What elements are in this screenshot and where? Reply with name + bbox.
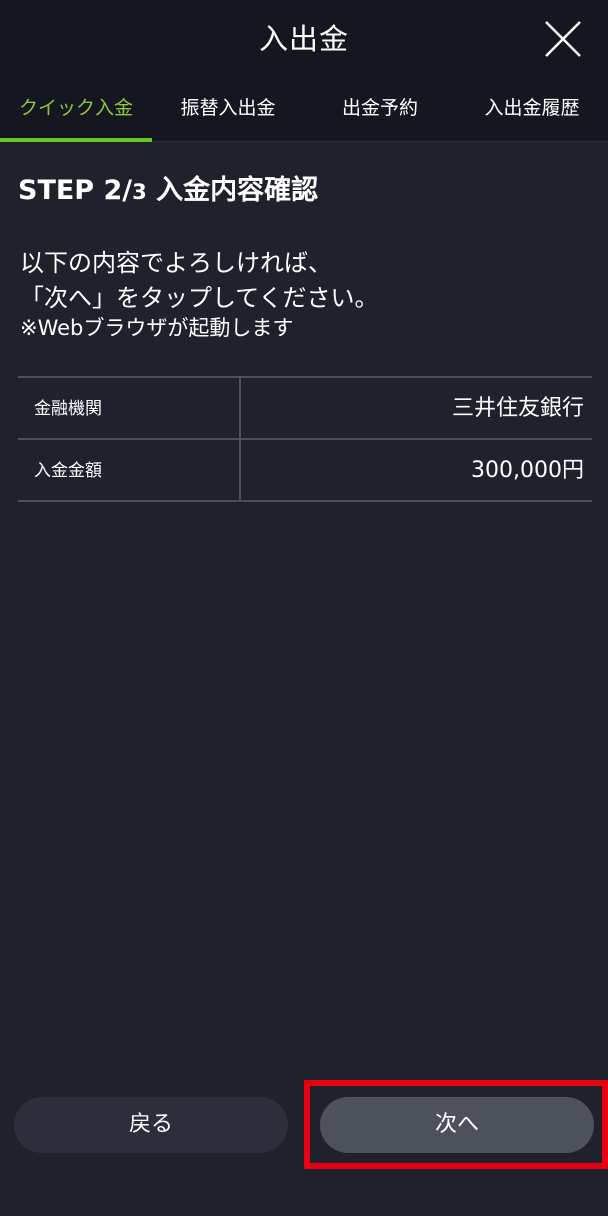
deposit-details-table: 金融機関 三井住友銀行 入金金額 300,000円 xyxy=(18,376,592,502)
browser-note: ※Webブラウザが起動します xyxy=(20,316,294,340)
page-title: 入出金 xyxy=(258,22,349,56)
header: 入出金 xyxy=(0,0,608,76)
confirmation-message: 以下の内容でよろしければ、 「次へ」をタップしてください。 xyxy=(20,246,590,316)
table-row: 金融機関 三井住友銀行 xyxy=(18,378,592,440)
bank-value: 三井住友銀行 xyxy=(451,396,584,421)
step-total: 3 xyxy=(132,180,147,204)
tab-history[interactable]: 入出金履歴 xyxy=(456,76,608,142)
deposit-screen: 入出金 クイック入金 振替入出金 出金予約 入出金履歴 STEP 2/3 入金内… xyxy=(0,0,608,1216)
tab-bar: クイック入金 振替入出金 出金予約 入出金履歴 xyxy=(0,76,608,142)
tab-quick-deposit[interactable]: クイック入金 xyxy=(0,76,152,142)
message-line-1: 以下の内容でよろしければ、 xyxy=(20,249,332,277)
step-prefix: STEP 2/ xyxy=(18,175,133,206)
step-name: 入金内容確認 xyxy=(146,175,319,206)
column-divider xyxy=(239,378,241,438)
bank-label: 金融機関 xyxy=(34,399,102,419)
step-title: STEP 2/3 入金内容確認 xyxy=(18,168,318,207)
tab-transfer[interactable]: 振替入出金 xyxy=(152,76,304,142)
column-divider xyxy=(239,440,241,500)
active-tab-indicator xyxy=(0,138,152,142)
amount-label: 入金金額 xyxy=(34,461,102,481)
table-row: 入金金額 300,000円 xyxy=(18,440,592,502)
back-button[interactable]: 戻る xyxy=(14,1097,288,1153)
close-icon xyxy=(545,21,581,57)
close-button[interactable] xyxy=(540,16,586,62)
message-line-2: 「次へ」をタップしてください。 xyxy=(20,284,379,312)
next-button[interactable]: 次へ xyxy=(320,1097,594,1153)
tab-withdrawal-reservation[interactable]: 出金予約 xyxy=(304,76,456,142)
amount-value: 300,000円 xyxy=(471,458,584,483)
